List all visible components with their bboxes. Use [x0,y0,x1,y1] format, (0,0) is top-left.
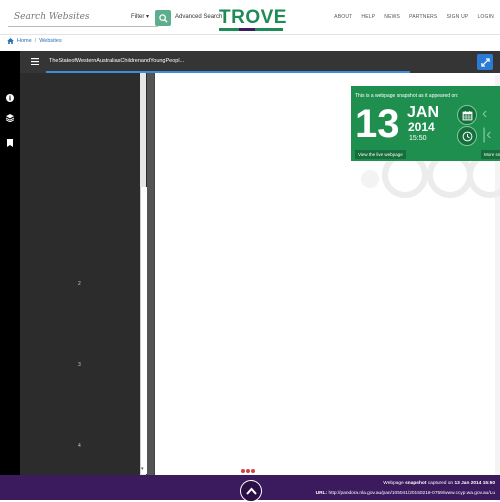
snapshot-day: 13 [355,102,400,146]
logo-bar [219,28,287,31]
thumbnail-scrollbar-thumb[interactable] [140,187,147,474]
snapshot-year: 2014 [408,120,435,134]
nav-partners[interactable]: PARTNERS [409,14,437,20]
layers-icon[interactable] [5,113,15,123]
clock-button[interactable] [457,126,477,146]
view-live-webpage-button[interactable]: View the live webpage [355,150,406,159]
snapshot-url[interactable]: http://pandora.nla.gov.au/pan/105041/201… [328,491,495,496]
wayback-watermark-icon [361,161,500,198]
nav-about[interactable]: ABOUT [334,14,352,20]
snapshot-month: JAN [407,104,440,121]
filter-dropdown[interactable]: Filter ▾ [131,13,149,20]
snapshot-word: snapshot [405,481,427,486]
bookmark-icon[interactable] [5,138,15,148]
expand-icon [480,57,490,67]
nav-news[interactable]: NEWS [384,14,400,20]
nav-help[interactable]: HELP [361,14,375,20]
breadcrumb-home[interactable]: Home [17,38,32,44]
fullscreen-button[interactable] [477,54,493,70]
thumbnail-panel[interactable]: 2 3 4 [20,73,147,475]
first-snapshot-icon[interactable]: |‹ [482,126,491,144]
page-control-dot[interactable] [251,469,255,473]
calendar-button[interactable] [457,105,477,125]
search-icon [158,13,168,23]
chevron-up-icon [245,487,257,495]
thumbnail-page-4[interactable]: 4 [78,443,81,449]
snapshot-heading: This is a webpage snapshot as it appeare… [355,93,459,99]
viewer-gutter [147,73,154,475]
left-rail [0,51,20,475]
document-title: TheStateofWesternAustraliasChildrenandYo… [49,58,185,64]
menu-icon[interactable] [31,58,39,65]
search-button[interactable] [155,10,171,26]
thumbnail-page-2[interactable]: 2 [78,281,81,287]
snapshot-time: 15:50 [409,135,427,142]
top-header: Filter ▾ Advanced Search TROVE ABOUT HEL… [0,0,500,35]
advanced-search-link[interactable]: Advanced Search [175,14,222,20]
nav-sign-up[interactable]: SIGN UP [446,14,468,20]
info-icon[interactable] [5,93,15,103]
page-control-dot[interactable] [246,469,250,473]
trove-logo[interactable]: TROVE [219,7,287,33]
snapshot-capture-info: Webpage snapshot captured on 13 Jan 2014… [383,481,495,486]
breadcrumb-separator: / [34,38,37,44]
nav-login[interactable]: LOGIN [477,14,494,20]
clock-icon [462,131,472,141]
page-control-dot[interactable] [241,469,245,473]
previous-snapshot-icon[interactable]: ‹ [482,105,487,123]
more-snapshots-button[interactable]: More sn [481,150,500,159]
snapshot-card: This is a webpage snapshot as it appeare… [351,86,500,161]
snapshot-date: 13 Jan 2014 15:50 [454,481,495,486]
home-icon [7,38,14,44]
breadcrumb-websites[interactable]: Websites [39,38,62,44]
scroll-to-top-button[interactable] [240,480,262,502]
url-label: URL: [315,491,328,496]
thumbnail-page-3[interactable]: 3 [78,362,81,368]
scroll-down-arrow-icon[interactable]: ▾ [141,466,144,472]
snapshot-url-line: URL: http://pandora.nla.gov.au/pan/10504… [316,491,495,496]
breadcrumb: Home / Websites [7,38,62,44]
filter-label: Filter [131,14,145,20]
logo-text: TROVE [219,7,287,28]
snapshot-captured-on: captured on [427,481,454,486]
calendar-icon [462,110,472,120]
snapshot-prefix: Webpage [383,481,404,486]
viewer-toolbar: TheStateofWesternAustraliasChildrenandYo… [20,51,500,73]
top-nav: ABOUT HELP NEWS PARTNERS SIGN UP LOGIN [334,14,494,20]
caret-down-icon: ▾ [146,14,150,20]
page-controls [241,469,255,473]
